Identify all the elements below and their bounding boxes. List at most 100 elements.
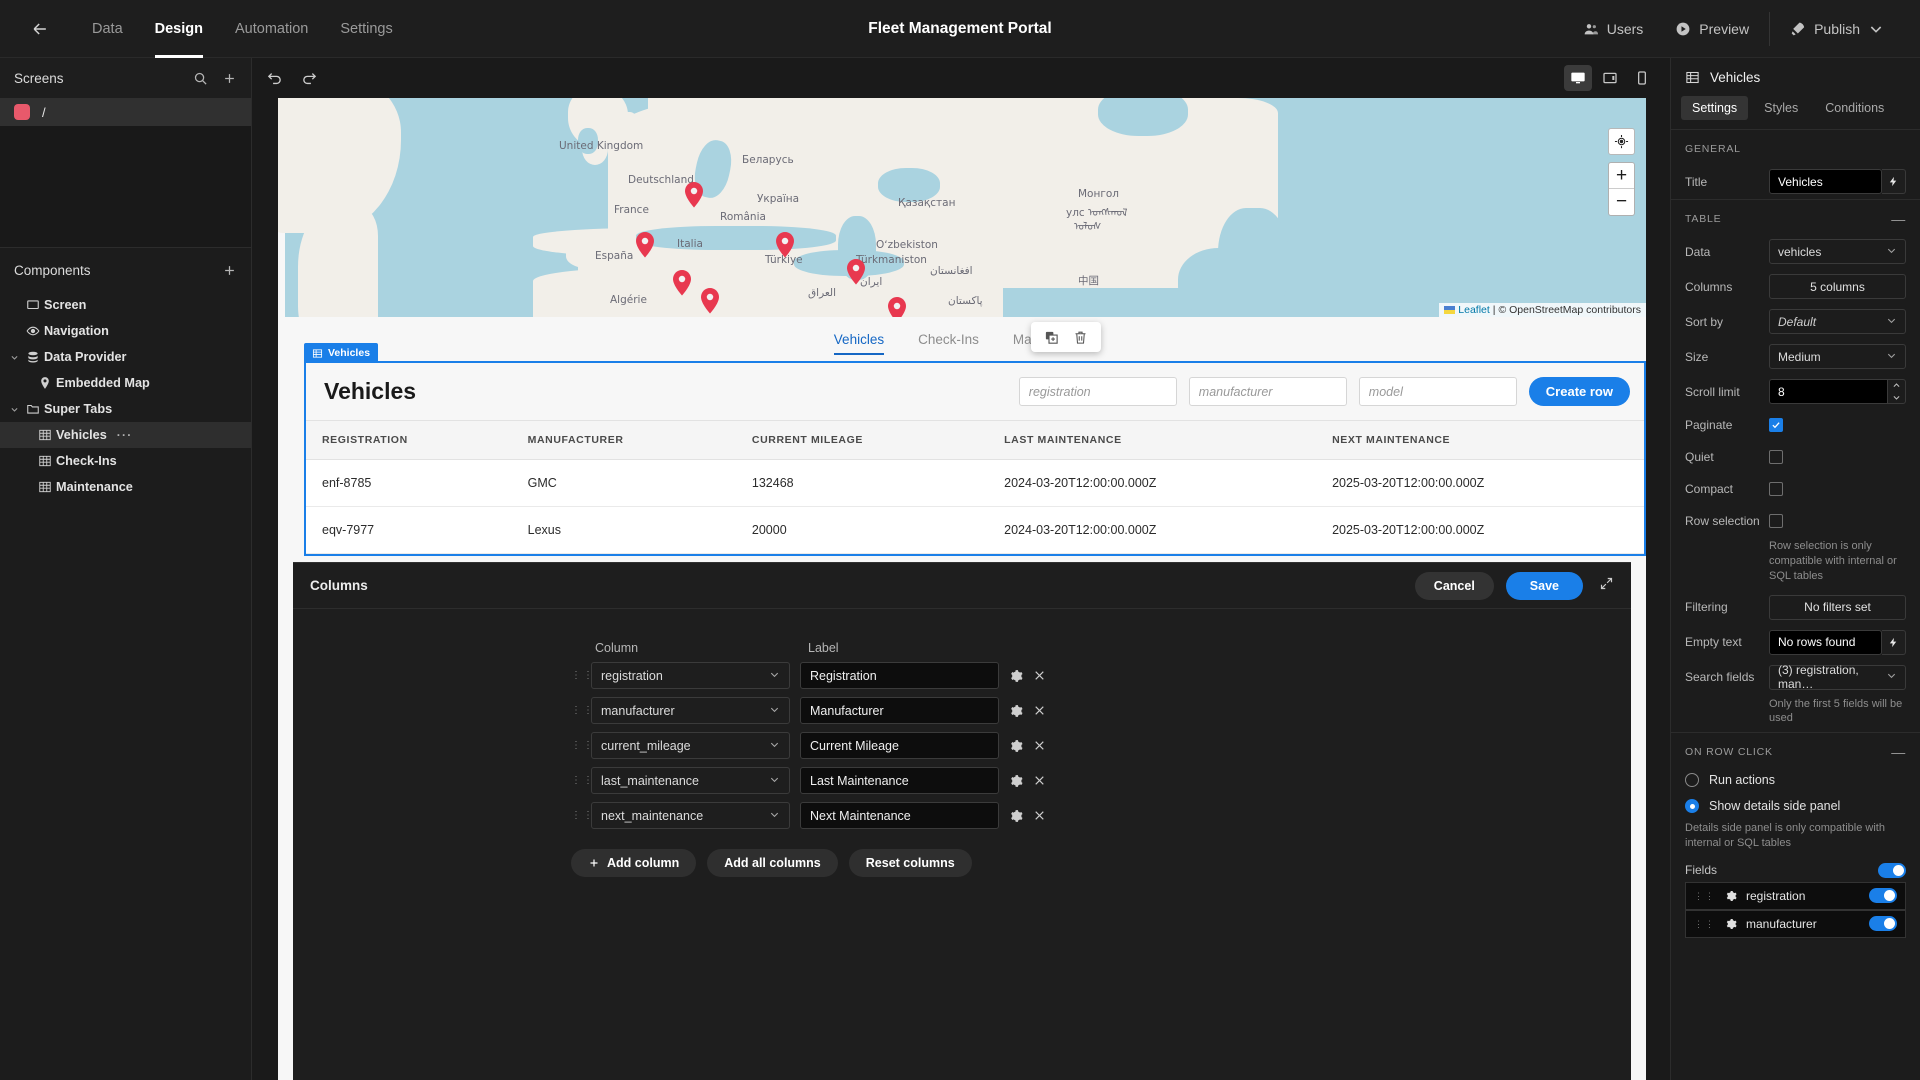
remove-column-icon[interactable]: [1033, 704, 1046, 717]
add-column-button[interactable]: Add column: [571, 849, 697, 877]
field-toggle[interactable]: [1869, 888, 1897, 904]
desktop-icon[interactable]: [1564, 65, 1592, 91]
add-component-icon[interactable]: [222, 263, 237, 278]
gear-icon[interactable]: [1725, 890, 1737, 902]
drag-handle-icon[interactable]: ⋮⋮: [571, 741, 593, 751]
remove-column-icon[interactable]: [1033, 739, 1046, 752]
label-input-last-maintenance[interactable]: Last Maintenance: [800, 767, 999, 794]
add-all-columns-button[interactable]: Add all columns: [707, 849, 838, 877]
map-pin[interactable]: [673, 270, 691, 296]
redo-icon[interactable]: [301, 70, 318, 87]
search-input-model[interactable]: model: [1358, 377, 1517, 406]
create-row-button[interactable]: Create row: [1528, 377, 1630, 406]
tab-styles[interactable]: Styles: [1753, 96, 1809, 120]
component-item-screen[interactable]: Screen: [0, 292, 251, 318]
tab-settings[interactable]: Settings: [1681, 96, 1749, 120]
radio-details-panel[interactable]: Show details side panel: [1671, 793, 1920, 819]
scroll-limit-input[interactable]: 8: [1769, 379, 1887, 404]
locate-icon[interactable]: [1608, 128, 1635, 155]
component-item-check-ins[interactable]: Check-Ins: [0, 448, 251, 474]
sortby-select[interactable]: Default: [1769, 309, 1906, 334]
drag-handle-icon[interactable]: ⋮⋮: [571, 776, 593, 786]
empty-text-input[interactable]: No rows found: [1769, 629, 1882, 655]
users-button[interactable]: Users: [1567, 0, 1660, 58]
fields-toggle[interactable]: [1878, 862, 1906, 878]
mobile-icon[interactable]: [1628, 65, 1656, 91]
column-header-last-maintenance[interactable]: LAST MAINTENANCE: [988, 420, 1317, 460]
drag-handle-icon[interactable]: ⋮⋮: [571, 671, 593, 681]
chevron-down-icon[interactable]: [6, 353, 22, 362]
collapse-on-row-click-icon[interactable]: —: [1891, 745, 1906, 759]
zoom-in-button[interactable]: +: [1609, 163, 1634, 189]
remove-column-icon[interactable]: [1033, 809, 1046, 822]
map-pin[interactable]: [685, 182, 703, 208]
save-button[interactable]: Save: [1505, 571, 1583, 600]
tab-check-ins[interactable]: Check-Ins: [918, 317, 979, 361]
column-header-registration[interactable]: REGISTRATION: [306, 420, 512, 460]
column-select-last-maintenance[interactable]: last_maintenance: [591, 767, 790, 794]
publish-button[interactable]: Publish: [1774, 0, 1900, 58]
map-pin[interactable]: [701, 288, 719, 314]
column-settings-icon[interactable]: [1009, 809, 1023, 823]
back-button[interactable]: [18, 0, 62, 58]
radio-run-actions[interactable]: Run actions: [1671, 767, 1920, 793]
tab-vehicles[interactable]: Vehicles: [833, 317, 885, 361]
field-item-manufacturer[interactable]: ⋮⋮ manufacturer: [1685, 909, 1906, 938]
expand-icon[interactable]: [1599, 576, 1614, 596]
vehicles-table-block[interactable]: Vehicles Vehicles registration manufactu…: [304, 343, 1646, 556]
table-row[interactable]: enf-8785 GMC 132468 2024-03-20T12:00:00.…: [306, 459, 1644, 507]
size-select[interactable]: Medium: [1769, 344, 1906, 369]
tab-conditions[interactable]: Conditions: [1814, 96, 1895, 120]
field-toggle[interactable]: [1869, 916, 1897, 932]
chevron-down-icon[interactable]: [6, 405, 22, 414]
zoom-out-button[interactable]: −: [1609, 189, 1634, 215]
topnav-item-settings[interactable]: Settings: [324, 0, 408, 58]
topnav-item-design[interactable]: Design: [139, 0, 219, 58]
column-settings-icon[interactable]: [1009, 704, 1023, 718]
column-select-registration[interactable]: registration: [591, 662, 790, 689]
topnav-item-automation[interactable]: Automation: [219, 0, 324, 58]
column-select-manufacturer[interactable]: manufacturer: [591, 697, 790, 724]
search-input-manufacturer[interactable]: manufacturer: [1188, 377, 1347, 406]
screen-row-root[interactable]: /: [0, 98, 251, 126]
collapse-table-icon[interactable]: —: [1891, 212, 1906, 226]
details-panel-radio[interactable]: [1685, 799, 1699, 814]
column-select-current-mileage[interactable]: current_mileage: [591, 732, 790, 759]
table-row[interactable]: eqv-7977 Lexus 20000 2024-03-20T12:00:00…: [306, 506, 1644, 554]
map-pin[interactable]: [888, 297, 906, 317]
map-pin[interactable]: [776, 232, 794, 258]
component-item-data-provider[interactable]: Data Provider: [0, 344, 251, 370]
search-fields-select[interactable]: (3) registration, man…: [1769, 663, 1906, 691]
component-item-navigation[interactable]: Navigation: [0, 318, 251, 344]
embedded-map[interactable]: United Kingdom Deutschland France Italia…: [278, 98, 1646, 317]
column-settings-icon[interactable]: [1009, 669, 1023, 683]
row-selection-checkbox[interactable]: [1769, 514, 1783, 528]
label-input-manufacturer[interactable]: Manufacturer: [800, 697, 999, 724]
component-item-vehicles[interactable]: Vehicles ···: [0, 422, 251, 448]
drag-handle-icon[interactable]: ⋮⋮: [571, 811, 593, 821]
binding-bolt-icon[interactable]: [1882, 169, 1906, 194]
map-pin[interactable]: [636, 232, 654, 258]
paginate-checkbox[interactable]: [1769, 418, 1783, 432]
remove-column-icon[interactable]: [1033, 669, 1046, 682]
column-header-next-maintenance[interactable]: NEXT MAINTENANCE: [1316, 420, 1644, 460]
compact-checkbox[interactable]: [1769, 482, 1783, 496]
drag-handle-icon[interactable]: ⋮⋮: [1694, 891, 1716, 900]
quiet-checkbox[interactable]: [1769, 450, 1783, 464]
add-screen-icon[interactable]: [222, 71, 237, 86]
stepper-up-icon[interactable]: [1888, 380, 1905, 392]
data-select[interactable]: vehicles: [1769, 239, 1906, 264]
binding-bolt-icon[interactable]: [1882, 629, 1906, 655]
run-actions-radio[interactable]: [1685, 773, 1699, 788]
topnav-item-data[interactable]: Data: [76, 0, 139, 58]
map-pin[interactable]: [847, 259, 865, 285]
reset-columns-button[interactable]: Reset columns: [848, 849, 972, 877]
title-input[interactable]: Vehicles: [1769, 169, 1882, 194]
leaflet-link[interactable]: Leaflet: [1458, 304, 1490, 316]
column-settings-icon[interactable]: [1009, 739, 1023, 753]
cancel-button[interactable]: Cancel: [1414, 571, 1494, 600]
component-menu-button[interactable]: ···: [117, 428, 133, 442]
column-settings-icon[interactable]: [1009, 774, 1023, 788]
stepper-down-icon[interactable]: [1888, 392, 1905, 404]
label-input-next-maintenance[interactable]: Next Maintenance: [800, 802, 999, 829]
